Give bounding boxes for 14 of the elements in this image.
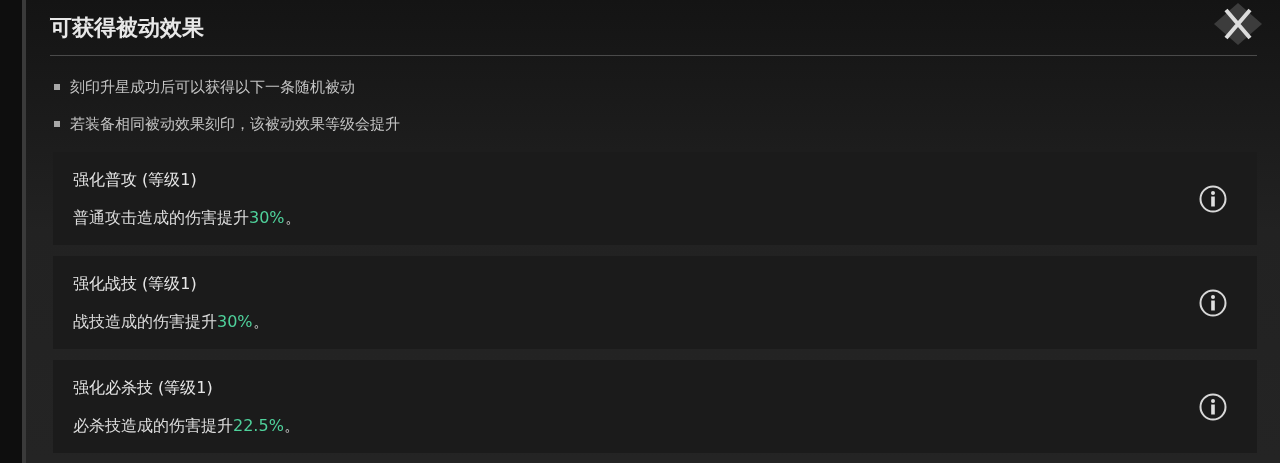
note-text: 若装备相同被动效果刻印，该被动效果等级会提升: [70, 113, 400, 135]
info-icon[interactable]: [1199, 288, 1227, 317]
note-text: 刻印升星成功后可以获得以下一条随机被动: [70, 77, 355, 98]
effect-name: 强化必杀技 (等级1): [73, 376, 214, 399]
dialog-title: 可获得被动效果: [50, 13, 204, 42]
info-icon[interactable]: [1199, 392, 1227, 421]
effect-name: 强化普攻 (等级1): [73, 168, 198, 191]
effect-description: 必杀技造成的伤害提升22.5%。: [73, 414, 300, 437]
effect-description: 战技造成的伤害提升30%。: [73, 310, 269, 333]
effect-description: 普通攻击造成的伤害提升30%。: [73, 206, 301, 229]
effect-name: 强化战技 (等级1): [73, 272, 198, 295]
bullet-icon: [54, 84, 60, 91]
info-icon[interactable]: [1199, 184, 1227, 213]
bullet-icon: [54, 120, 60, 127]
